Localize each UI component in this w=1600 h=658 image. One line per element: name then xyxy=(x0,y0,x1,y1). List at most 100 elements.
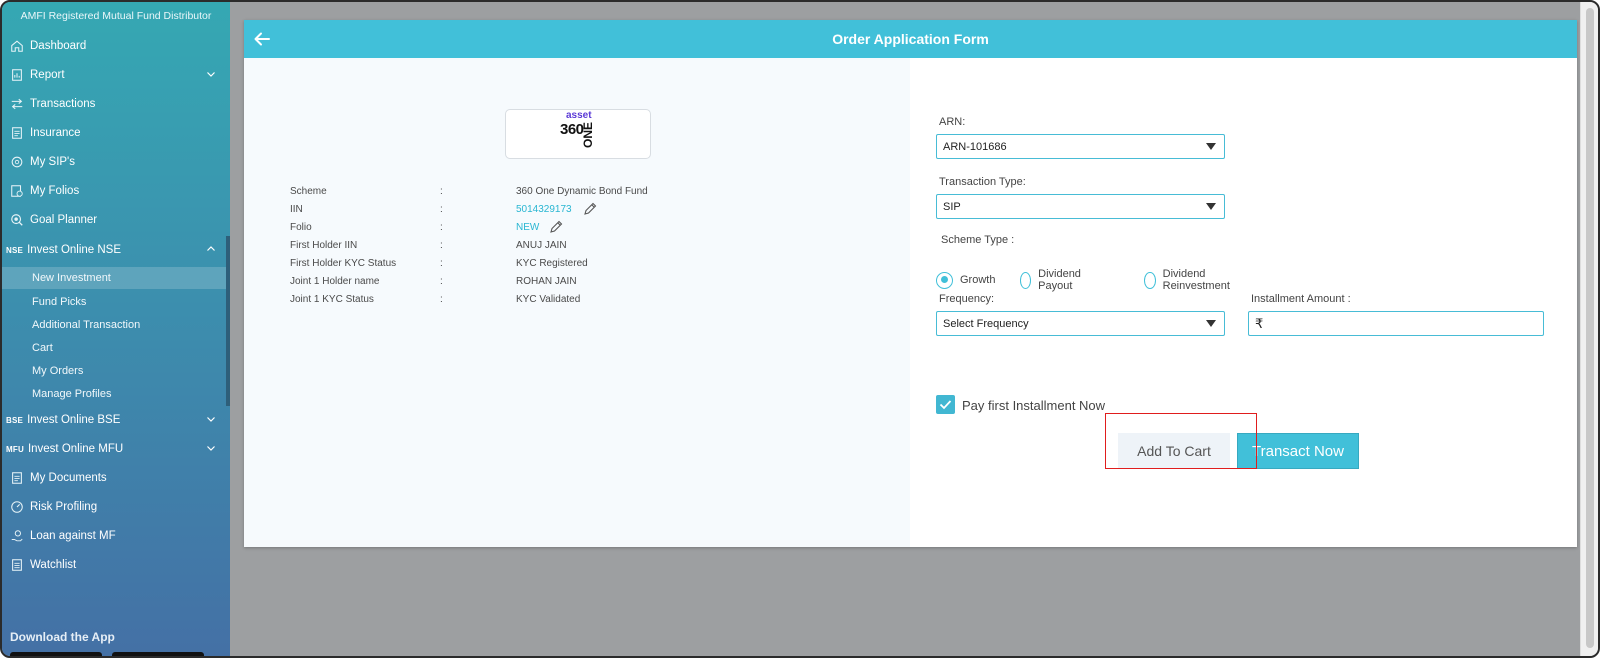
sidebar-item-insurance[interactable]: Insurance xyxy=(2,120,230,146)
info-row-scheme: Scheme : 360 One Dynamic Bond Fund xyxy=(290,186,850,204)
sidebar-subitem-my-orders[interactable]: My Orders xyxy=(2,360,230,382)
sidebar-item-invest-bse[interactable]: BSE Invest Online BSE xyxy=(2,407,230,433)
scrollbar-thumb[interactable] xyxy=(1586,8,1594,648)
radio-label: Dividend Payout xyxy=(1038,268,1081,292)
info-value: KYC Registered xyxy=(516,258,588,269)
sidebar-item-goal-planner[interactable]: Goal Planner xyxy=(2,207,230,233)
sidebar-item-label: Insurance xyxy=(30,127,81,139)
bse-tag: BSE xyxy=(6,415,24,425)
sidebar-scrollbar[interactable] xyxy=(226,236,230,406)
info-label: First Holder IIN xyxy=(290,240,358,251)
sidebar-item-report[interactable]: Report xyxy=(2,62,230,88)
transaction-type-select[interactable]: SIP xyxy=(936,194,1225,219)
sidebar-item-transactions[interactable]: Transactions xyxy=(2,91,230,117)
sidebar-subitem-fund-picks[interactable]: Fund Picks xyxy=(2,291,230,313)
radio-dividend-payout[interactable]: Dividend Payout xyxy=(1020,268,1087,292)
radio-label: Dividend Reinvestment xyxy=(1162,268,1230,292)
page-title: Order Application Form xyxy=(832,31,989,47)
sidebar-item-label: Watchlist xyxy=(30,559,77,571)
logo-one-text: ONE xyxy=(581,122,595,149)
info-row-joint-kyc: Joint 1 KYC Status : KYC Validated xyxy=(290,294,850,312)
installment-amount-input[interactable]: ₹ xyxy=(1248,311,1544,336)
info-value: ROHAN JAIN xyxy=(516,276,577,287)
logo-asset-text: asset xyxy=(566,110,592,121)
scheme-type-label: Scheme Type : xyxy=(941,234,1015,246)
sidebar-subitem-manage-profiles[interactable]: Manage Profiles xyxy=(2,383,230,405)
download-app-label: Download the App xyxy=(10,630,115,644)
info-label: IIN xyxy=(290,204,303,215)
info-colon: : xyxy=(440,222,443,233)
transfer-icon xyxy=(6,97,28,111)
folio-value[interactable]: NEW xyxy=(516,222,539,233)
info-colon: : xyxy=(440,294,443,305)
radio-growth[interactable]: Growth xyxy=(936,270,995,290)
info-row-iin: IIN : 5014329173 xyxy=(290,201,850,222)
edit-iin-pencil-icon[interactable] xyxy=(582,201,598,217)
chevron-down-icon xyxy=(207,72,215,77)
sidebar-item-my-documents[interactable]: My Documents xyxy=(2,465,230,491)
sidebar-item-label: Invest Online MFU xyxy=(27,443,124,455)
sidebar-item-invest-mfu[interactable]: MFU Invest Online MFU xyxy=(2,436,230,462)
rupee-icon: ₹ xyxy=(1255,315,1264,331)
list-icon xyxy=(6,558,28,572)
sidebar-item-dashboard[interactable]: Dashboard xyxy=(2,33,230,59)
radio-empty-icon xyxy=(1144,271,1156,289)
mfu-tag: MFU xyxy=(6,444,24,454)
info-colon: : xyxy=(440,240,443,251)
pay-first-installment-checkbox[interactable] xyxy=(936,395,955,414)
pay-first-installment-label: Pay first Installment Now xyxy=(962,398,1106,413)
sidebar-header: AMFI Registered Mutual Fund Distributor xyxy=(20,10,212,22)
app-store-badge[interactable] xyxy=(112,652,204,656)
info-row-joint-holder-name: Joint 1 Holder name : ROHAN JAIN xyxy=(290,276,850,294)
sidebar-item-loan-against-mf[interactable]: Loan against MF xyxy=(2,523,230,549)
target-icon xyxy=(6,213,28,227)
info-label: Folio xyxy=(290,222,312,233)
sidebar-item-my-folios[interactable]: My Folios xyxy=(2,178,230,204)
sidebar-subitem-cart[interactable]: Cart xyxy=(2,337,230,359)
document-icon xyxy=(6,126,28,140)
sidebar-item-label: Invest Online NSE xyxy=(27,244,122,256)
info-label: Scheme xyxy=(290,186,327,197)
info-label: Joint 1 Holder name xyxy=(290,276,380,287)
arn-select[interactable]: ARN-101686 xyxy=(936,134,1225,159)
info-row-first-holder-kyc: First Holder KYC Status : KYC Registered xyxy=(290,258,850,276)
sidebar-subitem-additional-transaction[interactable]: Additional Transaction xyxy=(2,314,230,336)
checkmark-icon xyxy=(939,400,952,410)
add-to-cart-button[interactable]: Add To Cart xyxy=(1118,433,1230,469)
sidebar-item-watchlist[interactable]: Watchlist xyxy=(2,552,230,578)
sidebar-item-label: My Documents xyxy=(30,472,107,484)
transact-now-button[interactable]: Transact Now xyxy=(1237,433,1359,469)
page-scrollbar[interactable] xyxy=(1580,2,1598,656)
sidebar-item-label: Risk Profiling xyxy=(30,501,98,513)
sidebar-item-my-sips[interactable]: My SIP's xyxy=(2,149,230,175)
chevron-up-icon xyxy=(207,246,215,251)
order-form-card: Order Application Form asset 360 ONE Sch… xyxy=(244,20,1577,547)
edit-folio-pencil-icon[interactable] xyxy=(548,219,564,235)
radio-label: Growth xyxy=(960,274,996,286)
info-colon: : xyxy=(440,258,443,269)
document-icon xyxy=(6,471,28,485)
installment-amount-label: Installment Amount : xyxy=(1251,293,1351,305)
dropdown-caret-icon xyxy=(1206,320,1216,327)
arn-label: ARN: xyxy=(939,116,966,128)
chevron-down-icon xyxy=(207,446,215,451)
frequency-value: Select Frequency xyxy=(943,317,1029,330)
sidebar-item-invest-nse[interactable]: NSE Invest Online NSE xyxy=(2,237,230,263)
gauge-icon xyxy=(6,500,28,514)
logo-360-text: 360 xyxy=(560,121,584,138)
frequency-select[interactable]: Select Frequency xyxy=(936,311,1225,336)
play-store-badge[interactable] xyxy=(10,652,102,656)
sidebar-item-label: Report xyxy=(30,69,65,81)
radio-dividend-reinvestment[interactable]: Dividend Reinvestment xyxy=(1144,268,1235,292)
sidebar-item-risk-profiling[interactable]: Risk Profiling xyxy=(2,494,230,520)
iin-value[interactable]: 5014329173 xyxy=(516,204,572,215)
home-icon xyxy=(6,39,28,53)
radio-selected-icon xyxy=(936,271,953,289)
hand-money-icon xyxy=(6,529,28,543)
order-form-pane: ARN: ARN-101686 Transaction Type: SIP Sc… xyxy=(910,58,1577,547)
info-row-folio: Folio : NEW xyxy=(290,219,850,240)
sidebar-subitem-new-investment[interactable]: New Investment xyxy=(2,267,230,289)
sidebar-item-label: My Folios xyxy=(30,185,80,197)
back-arrow-icon[interactable] xyxy=(252,29,272,49)
arn-selected-value: ARN-101686 xyxy=(943,140,1007,153)
